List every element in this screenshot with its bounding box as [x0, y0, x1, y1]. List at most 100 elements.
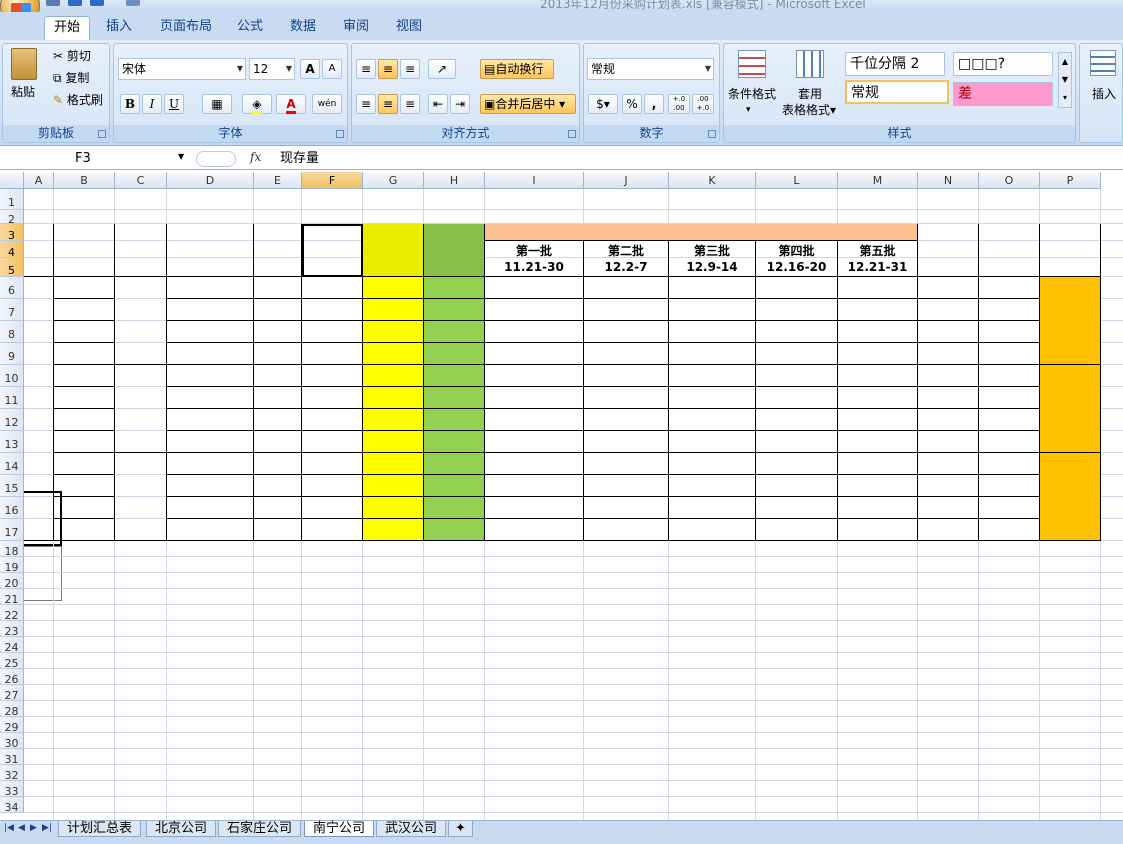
demand-cell[interactable]	[363, 299, 424, 321]
row-header-11[interactable]: 11	[0, 387, 24, 409]
align-center-icon[interactable]: ≡	[378, 94, 398, 114]
conditional-format-button[interactable]: 条件格式	[728, 86, 776, 102]
product-code-cell[interactable]	[167, 277, 254, 299]
borders-button[interactable]: ▦	[202, 94, 232, 114]
row-header-26[interactable]: 26	[0, 669, 24, 686]
batch-cell[interactable]	[485, 431, 584, 453]
format-painter-button[interactable]: ✎ 格式刷	[53, 92, 103, 108]
sheet-tab-beijing[interactable]: 北京公司	[146, 821, 217, 837]
demand-cell[interactable]	[363, 431, 424, 453]
purchase-cell[interactable]	[424, 519, 485, 541]
product-code-cell[interactable]	[167, 497, 254, 519]
project-code-cell[interactable]	[115, 365, 167, 453]
row-header-31[interactable]: 31	[0, 749, 24, 766]
batch-cell[interactable]	[756, 343, 838, 365]
purchase-cell[interactable]	[424, 497, 485, 519]
batch-cell[interactable]	[838, 475, 918, 497]
row-header-33[interactable]: 33	[0, 781, 24, 798]
purchase-cell[interactable]	[424, 475, 485, 497]
min-stock-cell[interactable]	[979, 321, 1040, 343]
align-right-icon[interactable]: ≡	[400, 94, 420, 114]
demand-cell[interactable]	[363, 321, 424, 343]
row-header-9[interactable]: 9	[0, 343, 24, 365]
style-normal[interactable]: 常规	[845, 80, 949, 104]
batch-cell[interactable]	[584, 321, 669, 343]
batch-cell[interactable]	[584, 453, 669, 475]
save-icon[interactable]	[46, 0, 60, 6]
increase-decimal-button[interactable]: +.0 .00	[668, 94, 690, 114]
batch-cell[interactable]	[838, 299, 918, 321]
first-sheet-icon[interactable]: |◀	[4, 823, 14, 833]
column-header-e[interactable]: E	[254, 172, 302, 189]
batch-cell[interactable]	[485, 277, 584, 299]
number-format-combo[interactable]: 常规 ▼	[587, 58, 714, 80]
batch-cell[interactable]	[669, 519, 756, 541]
column-header-j[interactable]: J	[584, 172, 669, 189]
column-header-p[interactable]: P	[1040, 172, 1101, 189]
paste-icon[interactable]	[11, 48, 37, 80]
row-header-29[interactable]: 29	[0, 717, 24, 734]
max-stock-cell[interactable]	[918, 365, 979, 387]
batch-cell[interactable]	[669, 321, 756, 343]
tab-page-layout[interactable]: 页面布局	[152, 16, 220, 40]
supplier-cell[interactable]	[1040, 453, 1101, 541]
unit-cell[interactable]	[254, 519, 302, 541]
print-preview-icon[interactable]	[126, 0, 140, 6]
min-stock-cell[interactable]	[979, 299, 1040, 321]
row-header-16[interactable]: 16	[0, 497, 24, 519]
row-header-8[interactable]: 8	[0, 321, 24, 343]
batch-cell[interactable]	[669, 497, 756, 519]
comma-button[interactable]: ,	[644, 94, 664, 114]
product-code-cell[interactable]	[167, 343, 254, 365]
demand-cell[interactable]	[363, 519, 424, 541]
batch-cell[interactable]	[756, 409, 838, 431]
stock-cell[interactable]	[302, 409, 363, 431]
row-header-27[interactable]: 27	[0, 685, 24, 702]
row-header-17[interactable]: 17	[0, 519, 24, 541]
paste-button[interactable]: 粘贴	[11, 84, 35, 100]
batch-cell[interactable]	[584, 277, 669, 299]
product-code-cell[interactable]	[167, 431, 254, 453]
insert-sheet-icon[interactable]: ✦	[448, 821, 473, 837]
stock-cell[interactable]	[302, 343, 363, 365]
row-header-24[interactable]: 24	[0, 637, 24, 654]
row-header-28[interactable]: 28	[0, 701, 24, 718]
batch-cell[interactable]	[584, 431, 669, 453]
stock-cell[interactable]	[302, 453, 363, 475]
font-size-combo[interactable]: 12 ▼	[249, 58, 295, 80]
row-header-4[interactable]: 4	[0, 241, 24, 259]
max-stock-cell[interactable]	[918, 277, 979, 299]
stock-cell[interactable]	[302, 299, 363, 321]
font-color-button[interactable]: A	[276, 94, 306, 114]
decrease-decimal-button[interactable]: .00 +.0	[692, 94, 714, 114]
batch-cell[interactable]	[669, 299, 756, 321]
shrink-font-button[interactable]: A	[322, 59, 342, 79]
row-header-18[interactable]: 18	[0, 541, 24, 558]
style-comma-2[interactable]: 千位分隔 2	[845, 52, 945, 76]
function-icon[interactable]: fx	[250, 150, 261, 164]
min-stock-cell[interactable]	[979, 519, 1040, 541]
header-purchase[interactable]	[424, 224, 485, 277]
demand-cell[interactable]	[363, 475, 424, 497]
header-max-stock[interactable]	[918, 224, 979, 277]
seq-cell[interactable]	[54, 365, 115, 387]
last-sheet-icon[interactable]: ▶|	[42, 823, 52, 833]
batch-cell[interactable]	[756, 497, 838, 519]
demand-cell[interactable]	[363, 497, 424, 519]
batch-cell[interactable]	[756, 453, 838, 475]
max-stock-cell[interactable]	[918, 387, 979, 409]
seq-cell[interactable]	[54, 387, 115, 409]
increase-indent-icon[interactable]: ⇥	[450, 94, 470, 114]
batch-cell[interactable]	[669, 475, 756, 497]
copy-button[interactable]: ⧉ 复制	[53, 70, 89, 86]
product-code-cell[interactable]	[167, 365, 254, 387]
min-stock-cell[interactable]	[979, 277, 1040, 299]
align-top-icon[interactable]: ≡	[356, 59, 376, 79]
insert-cells-icon[interactable]	[1090, 50, 1116, 76]
select-all-corner[interactable]	[0, 172, 24, 189]
batch-cell[interactable]	[756, 431, 838, 453]
seq-cell[interactable]	[54, 277, 115, 299]
column-header-b[interactable]: B	[54, 172, 115, 189]
sheet-tab-nanning[interactable]: 南宁公司	[304, 821, 375, 837]
phonetic-button[interactable]: wén	[312, 94, 342, 114]
